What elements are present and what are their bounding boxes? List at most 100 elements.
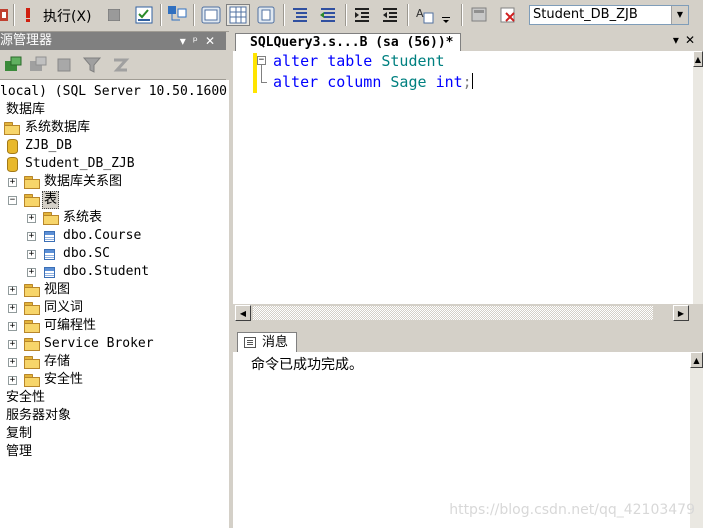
folder-icon — [24, 176, 40, 189]
code-line-2[interactable]: alter column Sage int; — [273, 72, 473, 92]
tree-node-student-db[interactable]: Student_DB_ZJB — [0, 155, 226, 173]
disconnect-icon[interactable] — [497, 4, 519, 26]
tree-node-service-broker[interactable]: + Service Broker — [0, 335, 226, 353]
toolbar-separator — [283, 4, 285, 26]
editor-vertical-scrollbar[interactable]: ▲ — [693, 51, 703, 304]
results-tabbar: 消息 — [233, 330, 703, 352]
code-line-1[interactable]: alter table Student — [273, 51, 445, 71]
tab-messages[interactable]: 消息 — [237, 332, 298, 352]
tree-node-table-course[interactable]: + dbo.Course — [0, 227, 226, 245]
debug-windows-icon[interactable] — [468, 4, 490, 26]
expand-icon[interactable]: + — [8, 358, 17, 367]
tree-node-db-security[interactable]: + 安全性 — [0, 371, 226, 389]
disconnect-server-icon[interactable] — [27, 54, 49, 76]
increase-indent-icon[interactable] — [380, 4, 400, 26]
toolbar: 执行(X) A Student_DB_ZJB ▼ — [0, 0, 703, 32]
tab-sqlquery3[interactable]: SQLQuery3.s...B (sa (56))* — [235, 33, 461, 51]
toolbar-separator — [407, 4, 409, 26]
outline-line-end — [261, 82, 267, 83]
chevron-down-icon[interactable]: ▼ — [671, 6, 688, 24]
specify-values-icon[interactable]: A — [414, 4, 436, 26]
close-tab-icon[interactable]: ✕ — [685, 33, 701, 47]
folder-icon — [43, 212, 59, 225]
database-select-value: Student_DB_ZJB — [533, 7, 638, 22]
folder-icon — [24, 284, 40, 297]
results-to-file-icon[interactable] — [254, 4, 278, 26]
comment-out-icon[interactable] — [290, 4, 310, 26]
pin-icon[interactable]: ᵖ — [193, 34, 205, 48]
expand-icon[interactable]: + — [8, 286, 17, 295]
toolbar-separator — [160, 4, 162, 26]
tree-node-synonyms[interactable]: + 同义词 — [0, 299, 226, 317]
expand-icon[interactable]: + — [27, 268, 36, 277]
outline-line — [261, 65, 262, 82]
close-icon[interactable]: ✕ — [205, 34, 222, 48]
query-editor[interactable]: − alter table Student alter column Sage … — [233, 51, 693, 304]
expand-icon[interactable]: + — [27, 250, 36, 259]
filter-icon[interactable] — [81, 54, 103, 76]
tree-node-programmability[interactable]: + 可编程性 — [0, 317, 226, 335]
svg-text:A: A — [416, 7, 424, 20]
editor-margin — [233, 51, 253, 304]
folder-icon — [24, 302, 40, 315]
folder-icon — [24, 338, 40, 351]
editor-horizontal-scrollbar[interactable]: ◀ ▶ — [233, 304, 693, 322]
database-icon — [7, 157, 18, 172]
query-options-icon[interactable] — [166, 4, 188, 26]
folder-icon — [24, 320, 40, 333]
tree-node-system-tables[interactable]: + 系统表 — [0, 209, 226, 227]
object-explorer-tree: local) (SQL Server 10.50.1600 数据库 系统数据库 … — [0, 80, 229, 528]
results-to-text-icon[interactable] — [199, 4, 223, 26]
expand-icon[interactable]: + — [8, 376, 17, 385]
folder-icon — [24, 194, 40, 207]
expand-icon[interactable]: + — [8, 304, 17, 313]
tree-node-diagrams[interactable]: + 数据库关系图 — [0, 173, 226, 191]
tree-node-tables[interactable]: − 表 — [0, 191, 226, 209]
decrease-indent-icon[interactable] — [352, 4, 372, 26]
expand-icon[interactable]: + — [27, 214, 36, 223]
expand-icon[interactable]: + — [8, 322, 17, 331]
database-icon — [7, 139, 18, 154]
scroll-up-icon[interactable]: ▲ — [690, 352, 703, 368]
connect-icon[interactable] — [2, 54, 24, 76]
folder-icon — [4, 122, 20, 135]
results-to-grid-icon[interactable] — [226, 4, 250, 26]
scroll-up-icon[interactable]: ▲ — [693, 51, 703, 67]
folder-icon — [24, 356, 40, 369]
stop-icon[interactable] — [54, 54, 74, 76]
expand-icon[interactable]: + — [8, 340, 17, 349]
text-caret — [471, 73, 473, 89]
tree-node-storage[interactable]: + 存储 — [0, 353, 226, 371]
collapse-icon[interactable]: − — [8, 196, 17, 205]
outline-collapse-icon[interactable]: − — [257, 56, 266, 65]
toolbar-overflow-icon[interactable] — [441, 4, 451, 26]
database-select[interactable]: Student_DB_ZJB ▼ — [529, 5, 689, 25]
table-icon — [44, 267, 55, 278]
tree-node-system-databases[interactable]: 系统数据库 — [0, 119, 226, 137]
tree-node-table-sc[interactable]: + dbo.SC — [0, 245, 226, 263]
editor-tabbar: SQLQuery3.s...B (sa (56))* ▾✕ — [233, 31, 703, 51]
dropdown-icon[interactable]: ▾ — [180, 34, 193, 48]
table-icon — [44, 231, 55, 242]
uncomment-icon[interactable] — [318, 4, 338, 26]
object-explorer-header: 源管理器 ▾ᵖ✕ — [0, 32, 226, 50]
refresh-icon[interactable] — [109, 54, 131, 76]
tab-list-icon[interactable]: ▾ — [673, 33, 685, 47]
toolbar-separator — [345, 4, 347, 26]
scroll-track[interactable] — [253, 306, 653, 320]
debug-icon[interactable] — [0, 4, 10, 26]
tree-node-table-student[interactable]: + dbo.Student — [0, 263, 226, 281]
tree-node-views[interactable]: + 视图 — [0, 281, 226, 299]
stop-icon[interactable] — [106, 4, 122, 26]
parse-icon[interactable] — [133, 4, 155, 26]
tree-node-zjb-db[interactable]: ZJB_DB — [0, 137, 226, 155]
tab-messages-label: 消息 — [262, 335, 289, 350]
expand-icon[interactable]: + — [27, 232, 36, 241]
expand-icon[interactable]: + — [8, 178, 17, 187]
execute-icon[interactable] — [20, 4, 36, 26]
execute-button[interactable]: 执行(X) — [43, 6, 92, 26]
scroll-right-icon[interactable]: ▶ — [673, 305, 689, 321]
object-explorer-toolbar — [0, 51, 226, 80]
scroll-left-icon[interactable]: ◀ — [235, 305, 251, 321]
object-explorer-title: 源管理器 — [0, 33, 53, 48]
